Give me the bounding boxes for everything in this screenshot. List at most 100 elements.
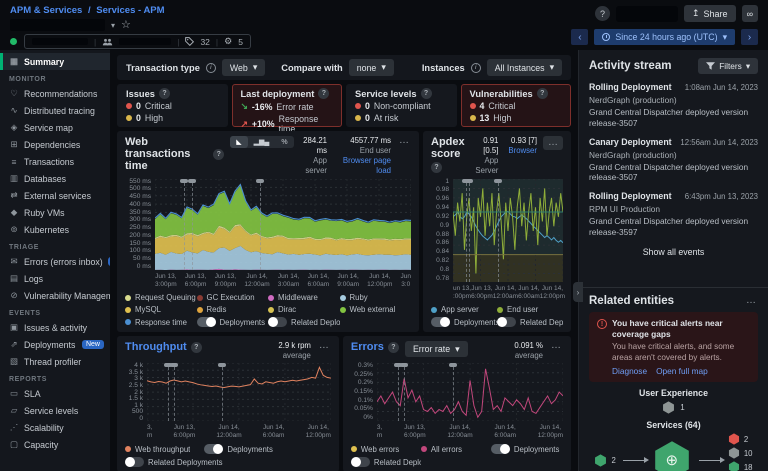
legend-item-web-external[interactable]: Web external bbox=[340, 305, 412, 314]
diagnose-link[interactable]: Diagnose bbox=[612, 366, 647, 376]
deployment-marker-line[interactable] bbox=[192, 183, 193, 271]
legend-item-gc-execution[interactable]: GC Execution bbox=[197, 293, 269, 302]
service-node-left[interactable]: 2 bbox=[594, 454, 615, 467]
deployment-marker-pin[interactable] bbox=[170, 363, 178, 367]
sidebar-item-service-map[interactable]: ◈Service map bbox=[0, 119, 110, 136]
deployment-marker-pin[interactable] bbox=[449, 363, 457, 367]
deployment-marker-line[interactable] bbox=[174, 367, 175, 421]
web-transactions-chart[interactable]: 550 ms500 ms450 ms400 ms350 ms300 ms250 … bbox=[125, 179, 411, 290]
help-icon[interactable]: ? bbox=[421, 88, 432, 99]
vulnerabilities-card[interactable]: Vulnerabilities?4Critical13High bbox=[461, 84, 572, 127]
more-menu-button[interactable]: … bbox=[549, 341, 563, 351]
search-redacted[interactable] bbox=[616, 6, 678, 22]
legend-item-dirac[interactable]: Dirac bbox=[268, 305, 340, 314]
sidebar-item-transactions[interactable]: ≡Transactions bbox=[0, 153, 110, 170]
sidebar-item-external-services[interactable]: ⇄External services bbox=[0, 187, 110, 204]
activity-event[interactable]: Rolling Deployment6:43pm Jun 13, 2023RPM… bbox=[589, 191, 758, 238]
more-menu-button[interactable]: … bbox=[543, 136, 563, 150]
breadcrumb-services-apm[interactable]: Services - APM bbox=[96, 5, 164, 16]
sidebar-item-dependencies[interactable]: ⊞Dependencies bbox=[0, 136, 110, 153]
sidebar-item-kubernetes[interactable]: ⊚Kubernetes bbox=[0, 221, 110, 238]
throughput-title[interactable]: Throughput ? bbox=[125, 341, 202, 353]
deployment-marker-pin[interactable] bbox=[218, 363, 226, 367]
apdex-browser-link[interactable]: Browser bbox=[508, 146, 537, 156]
user-experience-node[interactable]: 1 bbox=[589, 401, 758, 414]
help-icon[interactable]: ? bbox=[213, 149, 224, 160]
deployment-marker-line[interactable] bbox=[498, 183, 499, 283]
deployment-marker-line[interactable] bbox=[222, 367, 223, 421]
legend-item-request-queuing[interactable]: Request Queuing bbox=[125, 293, 197, 302]
open-full-map-link[interactable]: Open full map bbox=[656, 366, 708, 376]
throughput-chart[interactable]: 4 k3.5 k3 k2.5 k2 k1.5 k1 k50003,mJun 13… bbox=[125, 363, 331, 440]
deployment-marker-line[interactable] bbox=[404, 367, 405, 421]
legend-item-mysql[interactable]: MySQL bbox=[125, 305, 197, 314]
percent-chart-toggle[interactable]: % bbox=[275, 136, 293, 148]
activity-event[interactable]: Canary Deployment12:56am Jun 14, 2023Ner… bbox=[589, 137, 758, 184]
deployment-marker-line[interactable] bbox=[453, 367, 454, 421]
sidebar-item-capacity[interactable]: ▢Capacity bbox=[0, 436, 110, 453]
plot-region[interactable] bbox=[155, 179, 411, 271]
sidebar-item-vulnerability-management[interactable]: ⊘Vulnerability Management bbox=[0, 287, 110, 304]
time-back-button[interactable]: ‹ bbox=[571, 29, 588, 45]
toggle-switch[interactable] bbox=[351, 457, 370, 467]
toggle-switch[interactable] bbox=[491, 444, 510, 454]
errors-title[interactable]: Errors ? bbox=[351, 341, 399, 353]
deployment-marker-line[interactable] bbox=[184, 183, 185, 271]
legend-item-end-user[interactable]: End user bbox=[497, 305, 563, 314]
more-menu-button[interactable]: … bbox=[744, 296, 758, 306]
deployment-marker-line[interactable] bbox=[168, 367, 169, 421]
sidebar-item-ruby-vms[interactable]: ◆Ruby VMs bbox=[0, 204, 110, 221]
browser-page-load-link[interactable]: Browser page load bbox=[337, 156, 391, 176]
area-chart-toggle[interactable]: ◣ bbox=[230, 136, 247, 148]
sidebar-item-summary[interactable]: ▦Summary bbox=[0, 53, 110, 70]
help-icon[interactable]: ? bbox=[388, 342, 399, 353]
chevron-down-icon[interactable]: ▾ bbox=[111, 21, 115, 30]
toggle-switch[interactable] bbox=[431, 317, 450, 327]
collapse-rail-handle[interactable]: › bbox=[573, 282, 583, 302]
legend-item-all-errors[interactable]: All errors bbox=[421, 444, 491, 454]
toggle-switch[interactable] bbox=[197, 317, 216, 327]
help-icon[interactable]: ? bbox=[537, 88, 548, 99]
deployment-marker-line[interactable] bbox=[466, 183, 467, 283]
toggle-switch[interactable] bbox=[125, 457, 144, 467]
deployment-marker-line[interactable] bbox=[398, 367, 399, 421]
errors-chart[interactable]: 0.3%0.25%0.2%0.15%0.1%0.05%0%3,mJun 13,6… bbox=[351, 363, 563, 440]
sidebar-item-sla[interactable]: ▭SLA bbox=[0, 385, 110, 402]
copy-link-button[interactable]: ∞ bbox=[742, 5, 758, 22]
activity-event[interactable]: Rolling Deployment1:08am Jun 14, 2023Ner… bbox=[589, 82, 758, 129]
legend-item-web-throughput[interactable]: Web throughput bbox=[125, 444, 190, 454]
settings-gear-icon[interactable]: ⚙ bbox=[224, 36, 232, 47]
toggle-deployments[interactable]: Deployments bbox=[431, 317, 497, 327]
help-icon[interactable]: ? bbox=[159, 88, 170, 99]
toggle-deployments[interactable]: Deployments bbox=[197, 317, 269, 327]
share-button[interactable]: ↥ Share bbox=[684, 5, 736, 22]
service-node[interactable]: 2 bbox=[728, 433, 748, 445]
entity-name-redacted[interactable] bbox=[10, 19, 105, 31]
plot-region[interactable] bbox=[147, 363, 331, 421]
sidebar-item-thread-profiler[interactable]: ▧Thread profiler bbox=[0, 353, 110, 370]
issues-card[interactable]: Issues?0Critical0High bbox=[117, 84, 228, 127]
time-forward-button[interactable]: › bbox=[741, 29, 758, 45]
toggle-switch[interactable] bbox=[497, 317, 516, 327]
toggle-related-deployments[interactable]: Related Deployments bbox=[268, 317, 340, 327]
sidebar-item-distributed-tracing[interactable]: ∿Distributed tracing bbox=[0, 102, 110, 119]
toggle-related-deployments[interactable]: Related Deployments bbox=[125, 457, 223, 467]
sidebar-item-issues-activity[interactable]: ▣Issues & activity bbox=[0, 319, 110, 336]
instances-dropdown[interactable]: All Instances ▾ bbox=[487, 59, 562, 76]
more-menu-button[interactable]: … bbox=[317, 341, 331, 351]
help-icon[interactable]: ? bbox=[595, 6, 610, 21]
settings-count[interactable]: 5 bbox=[238, 37, 243, 47]
plot-region[interactable] bbox=[453, 179, 563, 283]
deployment-marker-line[interactable] bbox=[260, 183, 261, 271]
compare-with-dropdown[interactable]: none ▾ bbox=[349, 59, 394, 76]
info-icon[interactable]: i bbox=[206, 63, 216, 73]
deployment-marker-pin[interactable] bbox=[256, 179, 264, 183]
deployment-marker-pin[interactable] bbox=[465, 179, 473, 183]
bar-chart-toggle[interactable]: ▂▆▄ bbox=[248, 136, 276, 148]
time-picker-button[interactable]: Since 24 hours ago (UTC) ▾ bbox=[594, 29, 735, 45]
service-node[interactable]: 10 bbox=[728, 447, 753, 459]
deployment-marker-pin[interactable] bbox=[188, 179, 196, 183]
legend-item-web-errors[interactable]: Web errors bbox=[351, 444, 421, 454]
service-levels-card[interactable]: Service levels?0Non-compliant0At risk bbox=[346, 84, 457, 127]
legend-item-middleware[interactable]: Middleware bbox=[268, 293, 340, 302]
